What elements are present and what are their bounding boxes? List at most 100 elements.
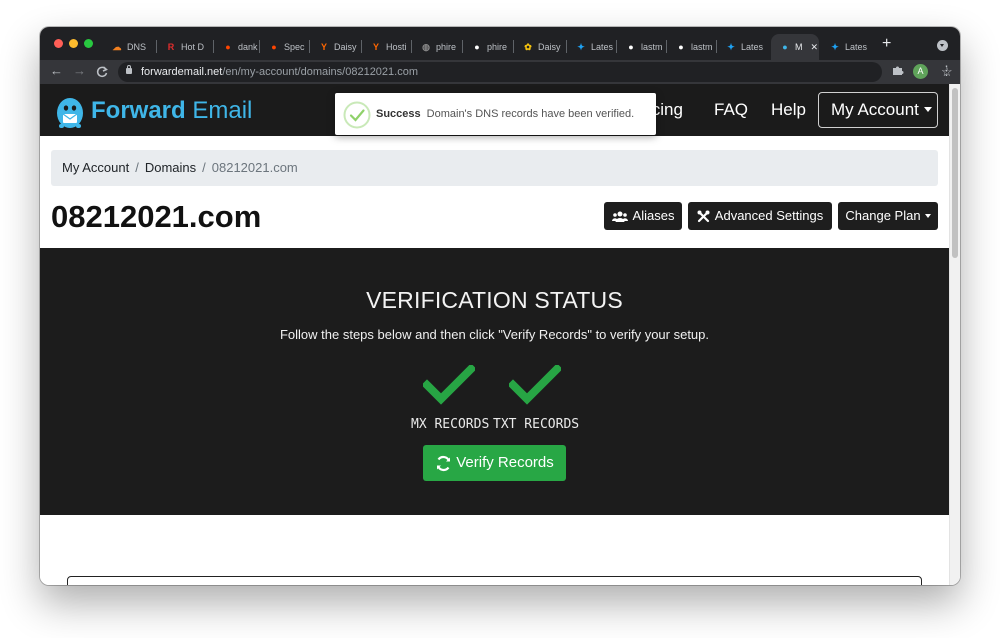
tab-title: Lates (845, 42, 868, 52)
users-icon (611, 211, 628, 222)
flower-icon: ✿ (524, 41, 532, 52)
change-plan-label: Change Plan (845, 208, 921, 223)
brand-name[interactable]: Forward Email (91, 97, 252, 125)
txt-records-label: TXT RECORDS (493, 417, 580, 432)
tab-separator (213, 40, 214, 53)
advanced-settings-button[interactable]: Advanced Settings (688, 202, 832, 230)
browser-tab[interactable]: ☁ DNS (103, 34, 155, 60)
lock-icon (126, 65, 132, 74)
reddit-icon: ● (225, 42, 231, 52)
txt-verified-check-icon (509, 365, 561, 405)
scrollbar-thumb[interactable] (952, 88, 958, 258)
tab-title: phire (487, 42, 508, 52)
tab-title: Daisy (538, 42, 561, 52)
globe-icon: ◍ (422, 41, 430, 52)
tab-title: Daisy (334, 42, 357, 52)
github-icon: ● (474, 42, 480, 52)
tab-separator (666, 40, 667, 53)
minimize-window-button[interactable] (69, 39, 78, 48)
browser-tab[interactable]: ✦ Lates (821, 34, 869, 60)
tab-separator (309, 40, 310, 53)
tab-search-button[interactable] (937, 40, 948, 51)
verification-status-panel: VERIFICATION STATUS Follow the steps bel… (40, 248, 949, 515)
browser-tab[interactable]: ◍ phire (412, 34, 461, 60)
browser-menu-icon[interactable]: ⋮ (940, 63, 953, 79)
refresh-icon (435, 455, 452, 472)
browser-tab[interactable]: Y Daisy (310, 34, 360, 60)
tab-title: lastm (641, 42, 663, 52)
site-navbar: Forward Email icing FAQ Help My Account … (40, 84, 949, 136)
tab-separator (462, 40, 463, 53)
browser-tab[interactable]: ● lastm (667, 34, 715, 60)
url-text: forwardemail.net/en/my-account/domains/0… (141, 66, 418, 78)
toast-status: Success (376, 108, 421, 120)
tab-separator (513, 40, 514, 53)
browser-tab[interactable]: ● Spec (260, 34, 308, 60)
browser-tab[interactable]: ● M ✕ (771, 34, 819, 60)
verify-records-button[interactable]: Verify Records (423, 445, 566, 481)
tab-separator (616, 40, 617, 53)
tab-separator (259, 40, 260, 53)
success-toast[interactable]: Success Domain's DNS records have been ve… (335, 93, 656, 135)
mx-records-label: MX RECORDS (411, 417, 490, 432)
profile-avatar[interactable]: A (913, 64, 928, 79)
browser-tab[interactable]: R Hot D (157, 34, 211, 60)
nav-link-help[interactable]: Help (771, 100, 806, 120)
back-button[interactable]: ← (50, 63, 63, 79)
aliases-button[interactable]: Aliases (604, 202, 682, 230)
browser-tab[interactable]: ✦ Lates (567, 34, 615, 60)
advanced-settings-label: Advanced Settings (714, 208, 824, 223)
tab-separator (566, 40, 567, 53)
browser-tab[interactable]: ● phire (463, 34, 512, 60)
browser-tab[interactable]: ✦ Lates (717, 34, 769, 60)
browser-tab[interactable]: ● lastm (617, 34, 665, 60)
tab-title: Hosti (386, 42, 407, 52)
address-bar[interactable]: forwardemail.net/en/my-account/domains/0… (118, 62, 953, 82)
zoom-window-button[interactable] (84, 39, 93, 48)
tab-title: Spec (284, 42, 305, 52)
breadcrumb-separator: / (135, 160, 139, 175)
browser-tab[interactable]: Y Hosti (362, 34, 410, 60)
breadcrumb-domains[interactable]: Domains (145, 160, 196, 175)
tab-separator (156, 40, 157, 53)
tab-separator (361, 40, 362, 53)
reddit-icon: ● (271, 42, 277, 52)
my-account-label: My Account (831, 100, 919, 119)
page-title: 08212021.com (51, 199, 262, 234)
page-scrollbar[interactable] (949, 84, 960, 585)
tab-title: Hot D (181, 42, 205, 52)
breadcrumb-my-account[interactable]: My Account (62, 160, 129, 175)
extensions-icon[interactable] (892, 64, 904, 79)
tab-title: Lates (591, 42, 614, 52)
browser-tab[interactable]: ✿ Daisy (514, 34, 565, 60)
browser-toolbar: ← → forwardemail.net/en/my-account/domai… (40, 60, 960, 84)
breadcrumb: My Account / Domains / 08212021.com (51, 150, 938, 186)
dns-records-card (67, 576, 922, 585)
browser-window: ☁ DNS R Hot D ● dank ● Spec Y Daisy Y Hosti ◍ phire ● p… (40, 27, 960, 585)
change-plan-dropdown-button[interactable]: Change Plan (838, 202, 938, 230)
nav-link-faq[interactable]: FAQ (714, 100, 748, 120)
breadcrumb-separator: / (202, 160, 206, 175)
close-tab-icon[interactable]: ✕ (811, 42, 819, 53)
forward-email-logo-icon[interactable] (55, 93, 85, 129)
tab-title: Lates (741, 42, 764, 52)
close-window-button[interactable] (54, 39, 63, 48)
tab-title: DNS (127, 42, 147, 52)
twitter-icon: ✦ (727, 41, 735, 52)
tab-strip: ☁ DNS R Hot D ● dank ● Spec Y Daisy Y Hosti ◍ phire ● p… (40, 27, 960, 60)
tab-title: dank (238, 42, 258, 52)
browser-tab[interactable]: ● dank (214, 34, 258, 60)
tab-separator (411, 40, 412, 53)
new-tab-button[interactable]: + (882, 35, 891, 53)
github-icon: ● (678, 42, 684, 52)
twitter-icon: ✦ (831, 41, 839, 52)
tab-title: phire (436, 42, 457, 52)
forward-button[interactable]: → (73, 63, 86, 79)
aliases-label: Aliases (632, 208, 675, 223)
ycombinator-icon: Y (320, 42, 327, 52)
my-account-dropdown-button[interactable]: My Account (818, 92, 938, 128)
verification-instructions: Follow the steps below and then click "V… (279, 327, 710, 342)
toast-message: Success Domain's DNS records have been ve… (376, 108, 635, 120)
reload-button[interactable] (96, 63, 108, 82)
ycombinator-icon: Y (372, 42, 379, 52)
